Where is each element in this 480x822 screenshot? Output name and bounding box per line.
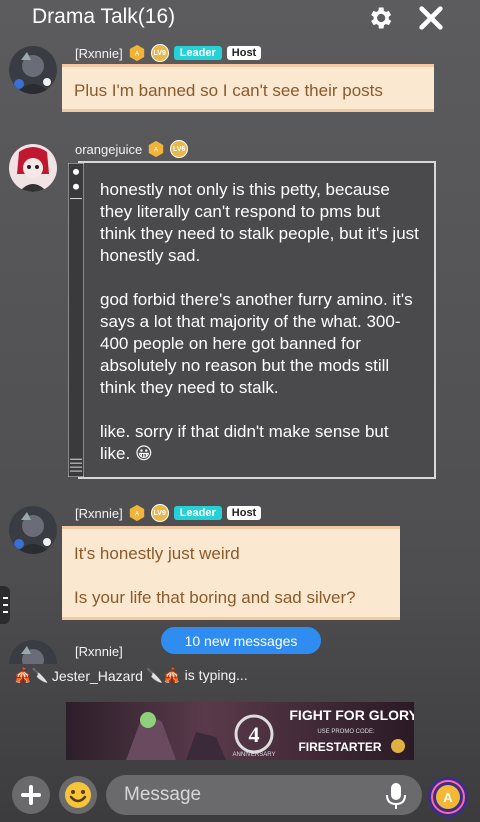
hexagon-badge-icon: A [149, 140, 164, 158]
host-tag: Host [226, 46, 262, 60]
avatar[interactable] [9, 640, 57, 664]
composer-bar: A [0, 768, 480, 822]
new-messages-button[interactable]: 10 new messages [161, 627, 321, 654]
typing-user: Jester_Hazard [51, 667, 143, 684]
ad-banner[interactable]: 4 ANNIVERSARY FIGHT FOR GLORY! USE PROMO… [66, 702, 414, 760]
leader-tag: Leader [173, 46, 222, 60]
author-name[interactable]: [Rxnnie] [75, 506, 123, 521]
anniversary-label: ANNIVERSARY [233, 752, 276, 758]
author-name[interactable]: [Rxnnie] [75, 644, 123, 659]
message-bubble[interactable]: honestly not only is this petty, because… [68, 161, 436, 479]
message-input[interactable] [106, 775, 422, 815]
hexagon-badge-icon: A [129, 44, 144, 62]
leader-tag: Leader [173, 506, 222, 520]
message-paragraph: god forbid there's another furry amino. … [100, 290, 413, 397]
chat-title: Drama Talk(16) [32, 5, 176, 28]
amino-coin-icon[interactable]: A [427, 776, 469, 818]
avatar[interactable] [9, 506, 57, 554]
banner-promo-code: FIRESTARTER [298, 740, 381, 754]
typing-emoji-icon: 🎪🔪 [14, 667, 49, 683]
author-name[interactable]: [Rxnnie] [75, 46, 123, 61]
emoji-icon[interactable] [59, 776, 97, 814]
hexagon-badge-icon: A [129, 504, 144, 522]
avatar[interactable] [9, 144, 57, 192]
message-paragraph: honestly not only is this petty, because… [100, 180, 419, 265]
typing-indicator: 🎪🔪 Jester_Hazard 🔪🎪 is typing... [14, 667, 248, 684]
gear-icon[interactable] [366, 4, 394, 32]
message-text: It's honestly just weird [74, 544, 240, 563]
side-drawer-handle[interactable] [0, 586, 10, 624]
level-badge: LV9 [150, 44, 169, 62]
typing-suffix: 🔪🎪 is typing... [145, 667, 248, 683]
message-bubble[interactable]: It's honestly just weird Is your life th… [62, 526, 400, 620]
message-text: Plus I'm banned so I can't see their pos… [74, 81, 383, 100]
avatar[interactable] [9, 46, 57, 94]
microphone-icon[interactable] [384, 782, 408, 810]
host-tag: Host [226, 506, 262, 520]
message-text: Is your life that boring and sad silver? [74, 588, 356, 607]
plus-icon[interactable] [12, 776, 50, 814]
banner-promo-label: USE PROMO CODE: [317, 729, 375, 735]
bubble-frame-decoration [68, 163, 84, 477]
level-badge: LV6 [170, 140, 189, 158]
message-paragraph: like. sorry if that didn't make sense bu… [100, 422, 389, 463]
author-name[interactable]: orangejuice [75, 142, 142, 157]
banner-headline: FIGHT FOR GLORY! [289, 707, 414, 723]
level-badge: LV9 [150, 504, 169, 522]
chat-header: Drama Talk(16) [0, 0, 480, 36]
close-icon[interactable] [417, 4, 445, 32]
anniversary-number: 4 [249, 722, 260, 747]
message-bubble[interactable]: Plus I'm banned so I can't see their pos… [62, 64, 434, 112]
svg-text:A: A [443, 790, 453, 805]
